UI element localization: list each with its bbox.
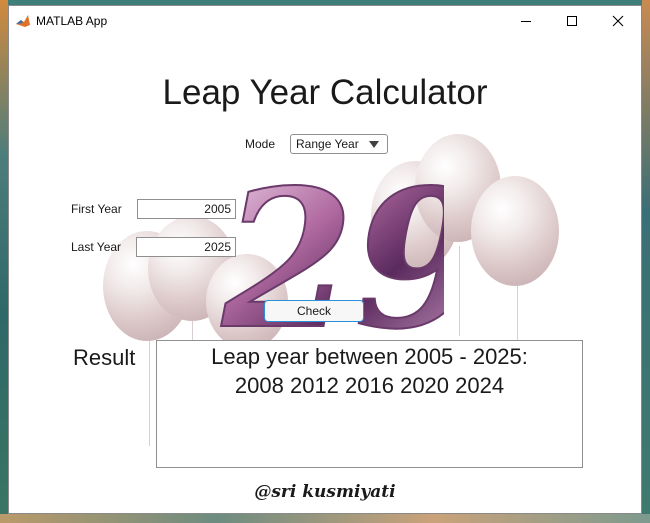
matlab-icon	[15, 13, 31, 29]
result-label: Result	[73, 345, 136, 370]
page-title: Leap Year Calculator	[162, 73, 488, 112]
desktop-background-right	[642, 0, 650, 523]
result-output-box[interactable]: Leap year between 2005 - 2025: 2008 2012…	[156, 340, 583, 468]
mode-dropdown-value: Range Year	[296, 137, 359, 151]
app-content: 29 Leap Year Calculator Mode Range Year …	[9, 36, 641, 513]
chevron-down-icon	[369, 141, 379, 148]
maximize-icon	[567, 16, 577, 26]
first-year-label: First Year	[71, 202, 122, 216]
mode-dropdown[interactable]: Range Year	[290, 134, 388, 154]
balloon-string	[459, 246, 460, 336]
result-line-2: 2008 2012 2016 2020 2024	[234, 373, 505, 398]
close-button[interactable]	[595, 6, 641, 36]
window-title: MATLAB App	[36, 14, 108, 28]
minimize-button[interactable]	[503, 6, 549, 36]
result-line-1: Leap year between 2005 - 2025:	[211, 344, 528, 369]
balloon-string	[517, 286, 518, 346]
app-window: MATLAB App 2 Leap Year Calculator Mode R…	[8, 5, 642, 514]
first-year-input[interactable]: 2005	[137, 199, 236, 219]
balloon	[471, 176, 559, 286]
check-button[interactable]: Check	[264, 300, 364, 322]
balloon-string	[149, 336, 150, 446]
last-year-input[interactable]: 2025	[136, 237, 236, 257]
mode-label: Mode	[245, 137, 276, 151]
maximize-button[interactable]	[549, 6, 595, 36]
title-bar[interactable]: MATLAB App	[9, 6, 641, 36]
minimize-icon	[521, 21, 531, 22]
desktop-background-left	[0, 0, 8, 523]
author-credit: @sri kusmiyati	[254, 482, 396, 502]
close-icon	[612, 15, 624, 27]
desktop-background-bottom	[0, 514, 650, 523]
last-year-label: Last Year	[71, 240, 122, 254]
